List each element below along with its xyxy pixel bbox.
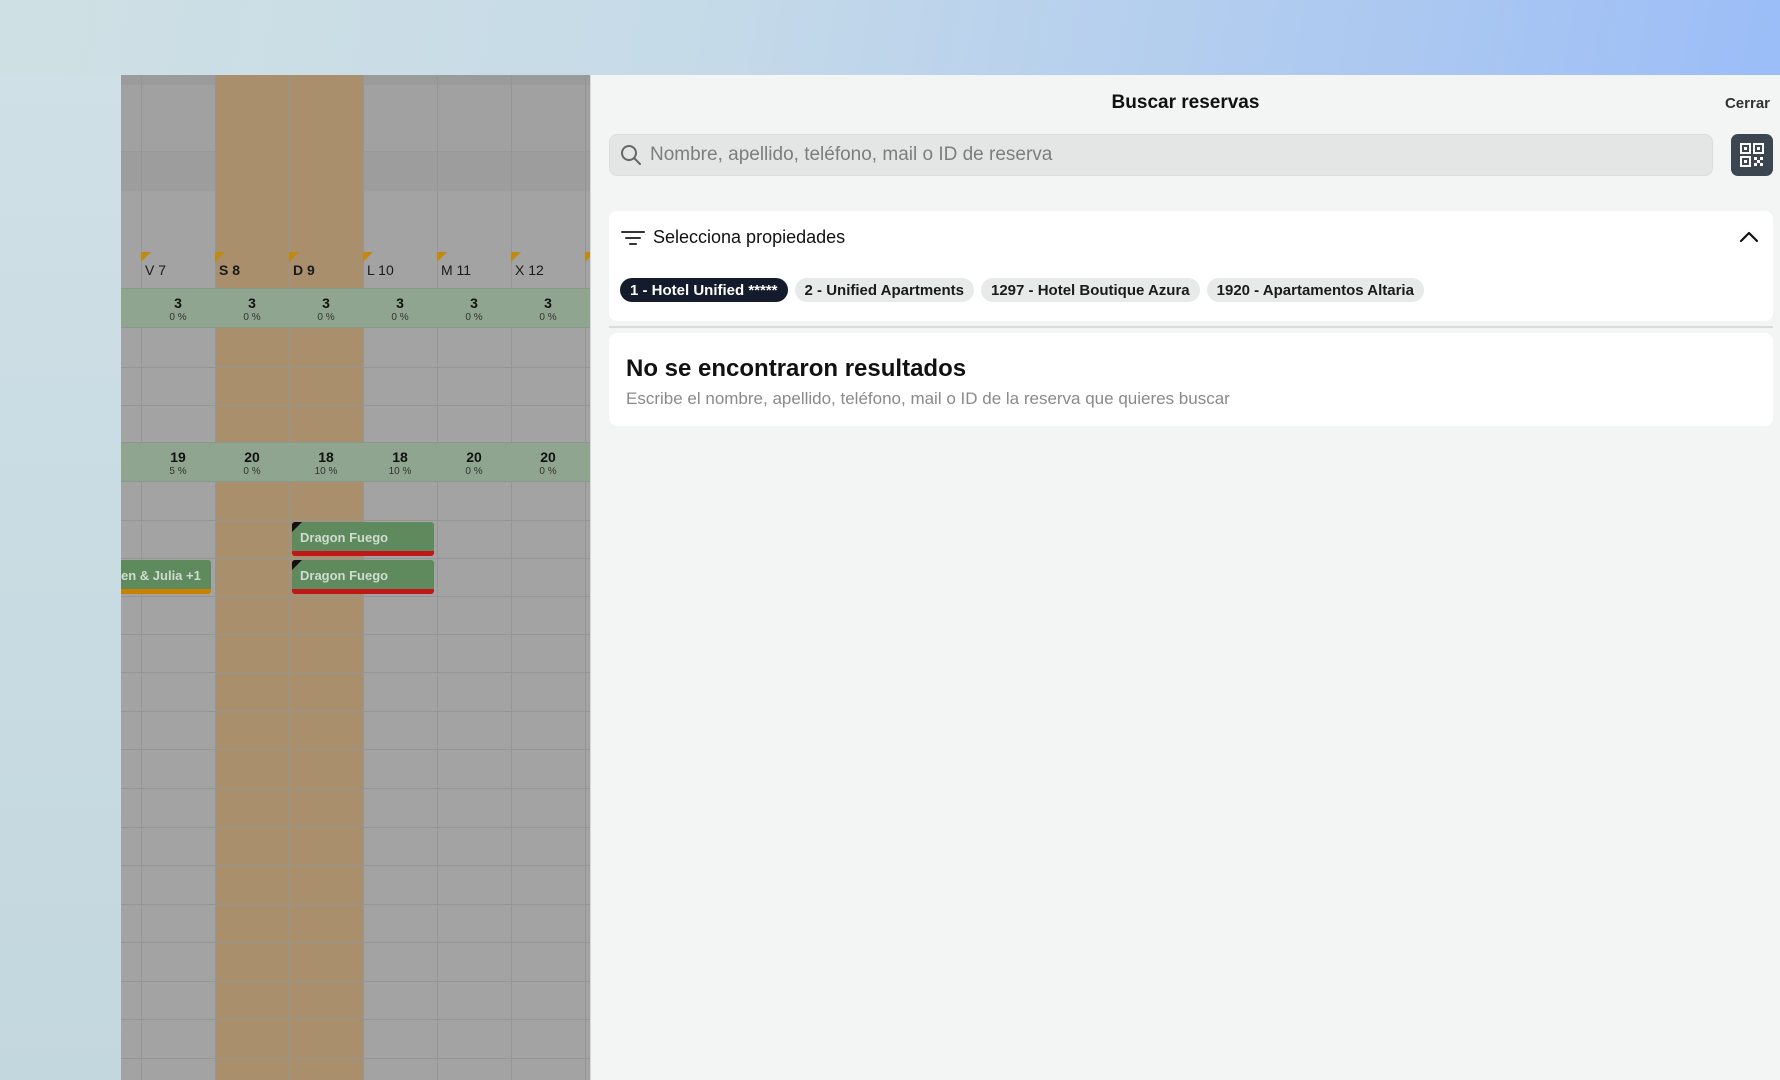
day-header[interactable]: D 9 xyxy=(289,252,363,288)
booking-bar[interactable]: Dragon Fuego xyxy=(292,522,434,556)
grid-line xyxy=(121,596,590,597)
day-label: V 7 xyxy=(145,262,167,278)
qr-code-icon xyxy=(1740,143,1764,167)
occupancy-cell: 18 10 % xyxy=(388,449,412,477)
occupancy-cell: 18 10 % xyxy=(314,449,338,477)
grid-line xyxy=(121,865,590,866)
day-label: D 9 xyxy=(293,262,315,278)
search-input[interactable] xyxy=(650,144,1712,166)
property-filter-label: Selecciona propiedades xyxy=(653,227,846,247)
property-chip[interactable]: 1297 - Hotel Boutique Azura xyxy=(981,278,1200,302)
grid-line xyxy=(121,1058,590,1059)
grid-line xyxy=(121,520,590,521)
booking-bar[interactable]: en & Julia +1 xyxy=(121,560,211,594)
day-label: M 11 xyxy=(441,262,472,278)
qr-scan-button[interactable] xyxy=(1731,134,1773,176)
grid-line xyxy=(121,827,590,828)
occupancy-cell: 30 % xyxy=(465,295,483,323)
grid-line xyxy=(121,405,590,406)
occupancy-cell: 30 % xyxy=(169,295,187,323)
occupancy-cell: 20 0 % xyxy=(465,449,483,477)
chevron-up-icon[interactable] xyxy=(1739,231,1759,243)
empty-results-subtitle: Escribe el nombre, apellido, teléfono, m… xyxy=(626,389,1230,408)
occupancy-cell: 20 0 % xyxy=(243,449,261,477)
empty-results-title: No se encontraron resultados xyxy=(626,355,967,382)
property-filter-toggle[interactable]: Selecciona propiedades xyxy=(621,227,845,248)
calendar-column-weekend xyxy=(215,75,289,1080)
property-chip[interactable]: 1920 - Apartamentos Altaria xyxy=(1206,278,1424,302)
day-label: X 12 xyxy=(515,262,544,278)
panel-title: Buscar reservas xyxy=(1111,92,1260,113)
search-icon xyxy=(621,145,641,165)
occupancy-cell: 19 5 % xyxy=(169,449,187,477)
day-header[interactable]: V 7 xyxy=(141,252,215,288)
day-header[interactable]: M 11 xyxy=(437,252,511,288)
property-filter-card: Selecciona propiedades 1 - Hotel Unified… xyxy=(609,211,1773,321)
day-header[interactable]: S 8 xyxy=(215,252,289,288)
grid-line xyxy=(121,1019,590,1020)
search-field[interactable] xyxy=(609,134,1713,176)
occupancy-row: 19 5 % 20 0 % 18 10 % 18 10 % 20 0 % 20 0 % xyxy=(121,442,590,482)
booking-label: Dragon Fuego xyxy=(300,530,389,545)
filter-icon xyxy=(621,230,645,245)
grid-line xyxy=(121,981,590,982)
occupancy-row: 30 % 30 % 30 % 30 % 30 % 30 % xyxy=(121,288,590,328)
calendar-column xyxy=(437,75,511,1080)
grid-line xyxy=(121,367,590,368)
booking-bar[interactable]: Dragon Fuego xyxy=(292,560,434,594)
search-reservations-panel: Buscar reservas Cerrar Nombre, apellido,… xyxy=(590,75,1780,1080)
day-header[interactable]: X 12 xyxy=(511,252,585,288)
booking-label: Dragon Fuego xyxy=(300,568,389,583)
grid-line xyxy=(121,634,590,635)
day-header[interactable]: L 10 xyxy=(363,252,437,288)
divider xyxy=(609,326,1773,328)
day-label: L 10 xyxy=(367,262,394,278)
grid-line xyxy=(121,672,590,673)
property-chips: 1 - Hotel Unified ***** 2 - Unified Apar… xyxy=(620,278,1424,302)
grid-line xyxy=(121,558,590,559)
day-label: S 8 xyxy=(219,262,241,278)
calendar-grid: V 7 S 8 D 9 L 10 M 11 X 12 30 % 30 % 30 … xyxy=(121,75,590,1080)
grid-line xyxy=(121,711,590,712)
grid-line xyxy=(121,788,590,789)
occupancy-cell: 30 % xyxy=(539,295,557,323)
close-button[interactable]: Cerrar xyxy=(1725,95,1770,112)
grid-line xyxy=(121,942,590,943)
property-chip[interactable]: 1 - Hotel Unified ***** xyxy=(620,278,788,302)
empty-results-card: No se encontraron resultados Escribe el … xyxy=(609,333,1773,426)
property-chip[interactable]: 2 - Unified Apartments xyxy=(794,278,974,302)
occupancy-cell: 30 % xyxy=(243,295,261,323)
occupancy-cell: 20 0 % xyxy=(539,449,557,477)
grid-line xyxy=(121,749,590,750)
occupancy-cell: 30 % xyxy=(317,295,335,323)
occupancy-cell: 30 % xyxy=(391,295,409,323)
calendar-column xyxy=(511,75,585,1080)
grid-line xyxy=(121,904,590,905)
booking-label: en & Julia +1 xyxy=(121,568,201,583)
